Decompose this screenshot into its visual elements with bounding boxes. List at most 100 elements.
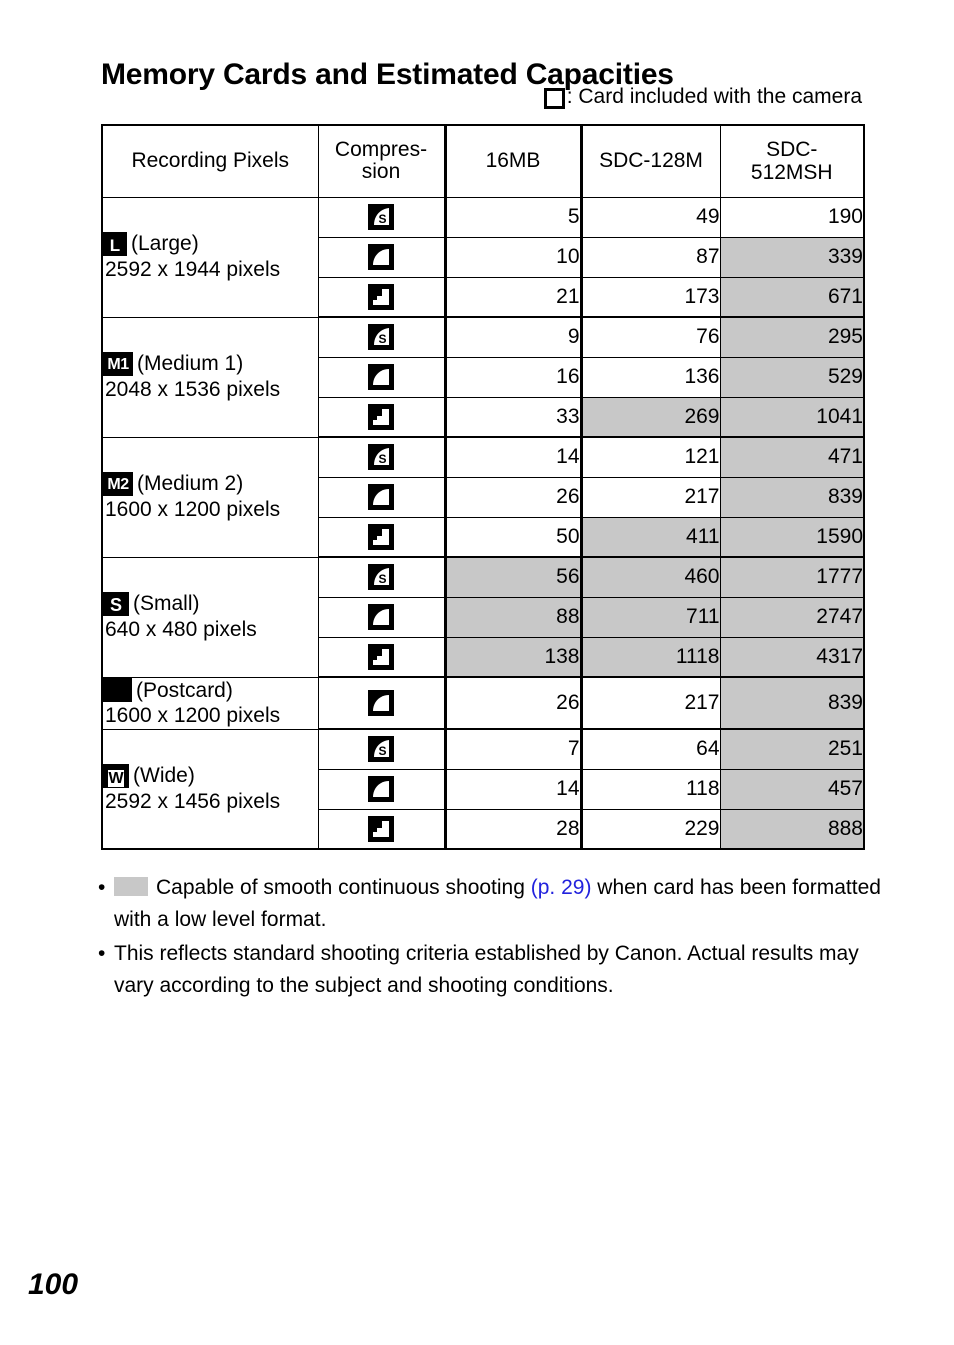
table-body: L (Large) 2592 x 1944 pixels S 5 49 190 10 87 339… (101, 196, 865, 851)
postcard-icon (103, 678, 132, 703)
capacity-16mb-cell: 14 (443, 768, 583, 810)
table-header-row: Recording Pixels Compres- sion 16MB SDC-… (101, 124, 865, 198)
table-row: (Postcard) 1600 x 1200 pixels 26 217 839 (101, 676, 865, 731)
compression-normal-icon (368, 815, 394, 842)
header-sdc-512msh: SDC- 512MSH (719, 124, 865, 198)
header-compression: Compres- sion (317, 124, 446, 198)
capacity-sdc128m-cell: 1118 (580, 636, 721, 678)
size-badge-l-icon: L (103, 232, 127, 257)
compression-superfine-icon: S (368, 736, 394, 763)
wide-badge-label: W (108, 770, 124, 788)
recording-pixels-label: (Medium 1) (137, 352, 244, 376)
empty-square-icon (543, 87, 565, 109)
footnote-text-before: This reflects standard shooting criteria… (114, 941, 859, 997)
capacity-16mb-cell: 10 (443, 236, 583, 278)
footnotes: • Capable of smooth continuous shooting (… (98, 872, 888, 1004)
table-row: L (Large) 2592 x 1944 pixels S 5 49 190 (101, 196, 865, 318)
capacity-sdc128m-cell: 229 (580, 808, 721, 851)
table-row: M2 (Medium 2) 1600 x 1200 pixels S 14 121 471 (101, 436, 865, 558)
svg-text:S: S (378, 212, 386, 226)
capacity-16mb-cell: 28 (443, 808, 583, 851)
capacity-sdc512msh-cell: 888 (719, 808, 865, 851)
capacity-sdc128m-cell: 460 (580, 556, 721, 598)
capacity-sdc512msh-cell: 190 (719, 196, 865, 238)
recording-pixels-cell: M1 (Medium 1) 2048 x 1536 pixels (101, 316, 319, 438)
capacity-16mb-cell: 14 (443, 436, 583, 478)
bullet-icon: • (98, 941, 106, 965)
table-header: Recording Pixels Compres- sion 16MB SDC-… (101, 124, 865, 198)
recording-pixels-label: (Wide) (133, 764, 195, 788)
compression-cell: S (317, 316, 446, 358)
capacity-16mb-cell: 50 (443, 516, 583, 558)
header-16mb: 16MB (443, 124, 583, 198)
compression-cell (317, 356, 446, 398)
header-sdc-512msh-line1: SDC- (766, 137, 818, 161)
recording-pixels-label: (Postcard) (136, 678, 233, 702)
capacity-sdc128m-cell: 411 (580, 516, 721, 558)
capacity-16mb-cell: 5 (443, 196, 583, 238)
capacity-16mb-cell: 26 (443, 676, 583, 731)
compression-fine-icon (368, 244, 394, 270)
header-recording-pixels: Recording Pixels (101, 124, 319, 198)
capacity-sdc512msh-cell: 529 (719, 356, 865, 398)
capacity-sdc128m-cell: 121 (580, 436, 721, 478)
recording-pixels-cell: S (Small) 640 x 480 pixels (101, 556, 319, 678)
footnote: • This reflects standard shooting criteri… (98, 938, 888, 1002)
recording-pixels-cell: W (Wide) 2592 x 1456 pixels (101, 728, 319, 850)
manual-page: Memory Cards and Estimated Capacities : … (0, 0, 954, 1345)
compression-cell (317, 768, 446, 810)
page-cross-reference-link[interactable]: (p. 29) (531, 876, 592, 899)
compression-cell (317, 236, 446, 278)
table-row: S (Small) 640 x 480 pixels S 56 460 1777 (101, 556, 865, 678)
capacity-sdc128m-cell: 76 (580, 316, 721, 358)
recording-pixels-cell: M2 (Medium 2) 1600 x 1200 pixels (101, 436, 319, 558)
compression-fine-icon (368, 484, 394, 510)
wide-badge-icon: W (103, 764, 129, 789)
recording-pixels-dimensions: 2592 x 1456 pixels (105, 789, 281, 813)
table-row: M1 (Medium 1) 2048 x 1536 pixels S 9 76 295 (101, 316, 865, 438)
capacity-sdc128m-cell: 217 (580, 676, 721, 731)
compression-normal-icon (368, 403, 394, 430)
compression-cell: S (317, 556, 446, 598)
capacity-16mb-cell: 33 (443, 396, 583, 438)
capacities-table-wrapper: Recording Pixels Compres- sion 16MB SDC-… (101, 124, 865, 851)
recording-pixels-name: L (Large) (103, 231, 318, 257)
capacity-sdc512msh-cell: 4317 (719, 636, 865, 678)
compression-fine-icon (368, 690, 394, 717)
capacity-sdc512msh-cell: 339 (719, 236, 865, 278)
recording-pixels-name: (Postcard) (103, 678, 318, 704)
capacity-sdc512msh-cell: 1590 (719, 516, 865, 558)
footnote-text: This reflects standard shooting criteria… (114, 938, 888, 1002)
capacity-sdc512msh-cell: 471 (719, 436, 865, 478)
compression-fine-icon (368, 776, 394, 803)
recording-pixels-dimensions: 2048 x 1536 pixels (105, 378, 281, 401)
capacity-sdc512msh-cell: 1041 (719, 396, 865, 438)
capacity-sdc512msh-cell: 671 (719, 276, 865, 318)
capacity-sdc128m-cell: 49 (580, 196, 721, 238)
recording-pixels-dimensions: 1600 x 1200 pixels (105, 704, 281, 728)
capacity-sdc128m-cell: 136 (580, 356, 721, 398)
shaded-cell-swatch-icon (114, 876, 148, 896)
recording-pixels-label: (Small) (133, 592, 200, 616)
compression-superfine-icon: S (368, 204, 394, 230)
compression-cell (317, 476, 446, 518)
recording-pixels-label: (Large) (131, 232, 199, 256)
compression-cell (317, 516, 446, 558)
recording-pixels-name: S (Small) (103, 591, 318, 617)
recording-pixels-dimensions: 2592 x 1944 pixels (105, 258, 281, 281)
capacity-16mb-cell: 26 (443, 476, 583, 518)
recording-pixels-name: M1 (Medium 1) (103, 351, 318, 377)
capacity-sdc512msh-cell: 839 (719, 476, 865, 518)
svg-text:S: S (378, 452, 386, 466)
recording-pixels-cell: L (Large) 2592 x 1944 pixels (101, 196, 319, 318)
size-badge-m1-icon: M1 (103, 352, 133, 377)
compression-cell (317, 276, 446, 318)
capacity-16mb-cell: 9 (443, 316, 583, 358)
table-row: W (Wide) 2592 x 1456 pixels S 7 64 251 (101, 728, 865, 850)
capacity-sdc128m-cell: 217 (580, 476, 721, 518)
page-number: 100 (28, 1268, 79, 1301)
svg-text:S: S (378, 572, 386, 586)
capacity-16mb-cell: 88 (443, 596, 583, 638)
capacity-sdc128m-cell: 173 (580, 276, 721, 318)
compression-cell: S (317, 196, 446, 238)
